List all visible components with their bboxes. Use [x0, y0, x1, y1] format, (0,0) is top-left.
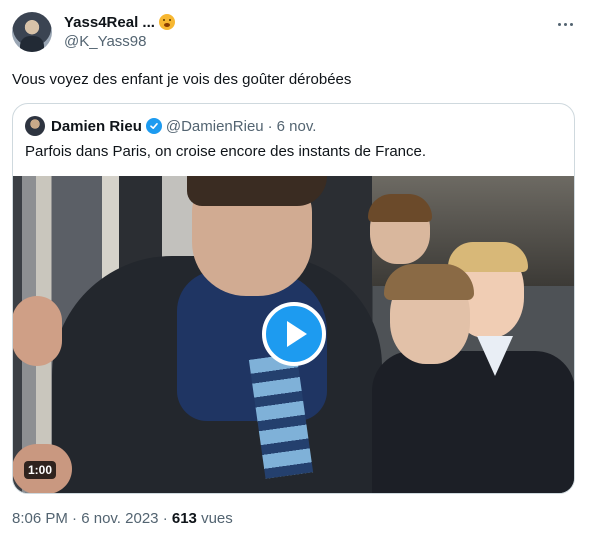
- views-label: vues: [201, 510, 233, 527]
- author-display-name[interactable]: Yass4Real ...: [64, 14, 155, 31]
- verified-badge-icon: [145, 118, 162, 134]
- quoted-date: 6 nov.: [276, 117, 317, 135]
- tweet-text: Vous voyez des enfant je vois des goûter…: [12, 71, 352, 88]
- yawning-face-emoji-icon: [158, 14, 175, 30]
- views-count: 613: [171, 510, 197, 527]
- quoted-separator: ·: [267, 117, 273, 135]
- quoted-header: Damien Rieu @DamienRieu · 6 nov.: [25, 116, 316, 136]
- play-icon: [286, 321, 307, 347]
- play-button[interactable]: [262, 302, 326, 366]
- more-options-icon[interactable]: [555, 14, 575, 34]
- video-duration-badge: 1:00: [24, 461, 57, 479]
- video-player[interactable]: 1:00: [13, 176, 574, 493]
- tweet-meta: 8:06 PM · 6 nov. 2023 · 613 vues: [12, 510, 233, 527]
- quoted-author-name: Damien Rieu: [51, 117, 142, 135]
- author-avatar[interactable]: [12, 12, 52, 52]
- tweet-date[interactable]: 6 nov. 2023: [81, 510, 158, 527]
- quoted-text: Parfois dans Paris, on croise encore des…: [25, 143, 427, 160]
- tweet-time[interactable]: 8:06 PM: [12, 510, 68, 527]
- quoted-tweet-card[interactable]: Damien Rieu @DamienRieu · 6 nov. Parfois…: [12, 103, 575, 494]
- quoted-avatar: [25, 116, 45, 136]
- quoted-author-handle: @DamienRieu: [165, 117, 264, 135]
- meta-separator-2: ·: [162, 510, 168, 527]
- author-handle[interactable]: @K_Yass98: [64, 33, 147, 50]
- author-name-line: Yass4Real ...: [64, 12, 175, 32]
- meta-separator: ·: [72, 510, 78, 527]
